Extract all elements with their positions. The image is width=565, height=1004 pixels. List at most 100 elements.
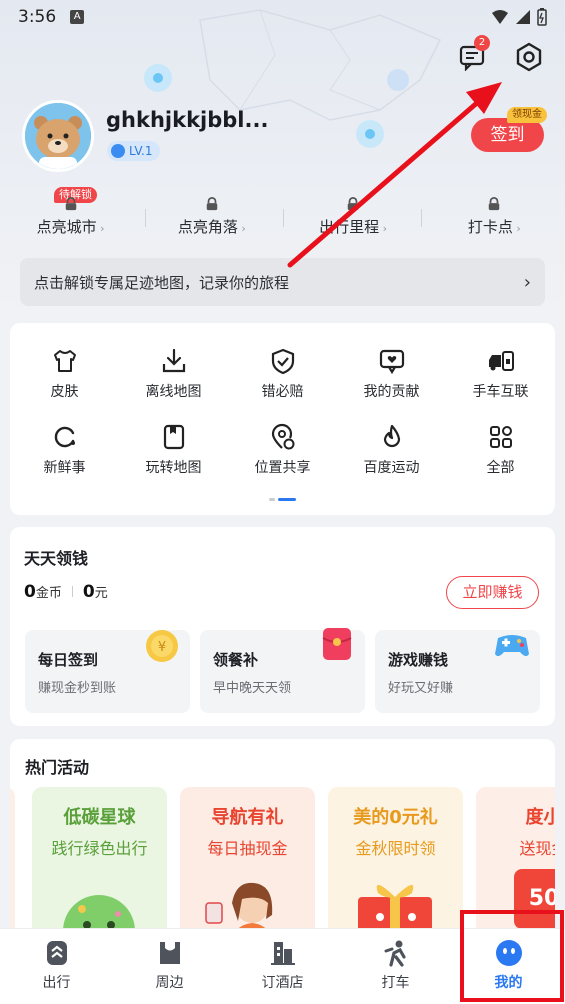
avatar[interactable]: [22, 100, 94, 172]
service-news[interactable]: 新鲜事: [10, 423, 119, 477]
promo-subtitle: 送现金: [519, 839, 555, 858]
promo-title: 导航有礼: [211, 807, 284, 828]
wifi-icon: [492, 10, 508, 24]
task-subtitle: 好玩又好赚: [388, 681, 454, 696]
service-label: 手车互联: [472, 384, 529, 400]
hotel-icon: [270, 942, 295, 965]
service-offline-map[interactable]: 离线地图: [119, 347, 228, 401]
coins-unit: 金币: [35, 586, 62, 601]
app-notification-icon: A: [70, 10, 85, 24]
services-grid: 皮肤 离线地图 错必赔 我的贡献 手车互联 新鲜事 玩转地图 位置共享 百度运动…: [10, 323, 555, 477]
task-subtitle: 早中晚天天领: [213, 681, 292, 696]
divider: [71, 586, 73, 597]
tab-label: 出行: [42, 975, 71, 991]
checkin-button[interactable]: 签到: [471, 118, 544, 152]
tab-label: 订酒店: [261, 975, 304, 991]
shield-check-icon: [271, 348, 294, 375]
download-icon: [162, 348, 185, 373]
chevron-right-icon: ›: [379, 222, 388, 235]
divider: [145, 209, 146, 227]
tab-label: 周边: [155, 975, 184, 991]
service-skin[interactable]: 皮肤: [10, 347, 119, 401]
tshirt-icon: [53, 350, 76, 372]
taxi-icon: [384, 940, 406, 967]
earn-title: 天天领钱: [24, 549, 89, 568]
svg-text:¥: ¥: [158, 640, 166, 655]
chevron-right-icon: ›: [512, 222, 521, 235]
message-badge: 2: [474, 35, 490, 51]
tab-taxi[interactable]: 打车: [339, 929, 452, 1004]
settings-hexagon-icon: [516, 42, 542, 72]
chevron-right-icon: ›: [523, 271, 531, 293]
promo-title: 低碳星球: [63, 807, 136, 828]
tab-label: 打车: [381, 975, 410, 991]
divider: [283, 209, 284, 227]
task-daily-checkin[interactable]: ¥ 每日签到 赚现金秒到账: [25, 630, 190, 713]
lock-icon: [347, 197, 359, 211]
services-card: 皮肤 离线地图 错必赔 我的贡献 手车互联 新鲜事 玩转地图 位置共享 百度运动…: [10, 323, 555, 515]
service-label: 百度运动: [363, 460, 420, 476]
stat-checkin-spots[interactable]: 打卡点 ›: [424, 197, 565, 242]
status-icons: [491, 8, 547, 26]
settings-button[interactable]: [512, 40, 546, 74]
stat-travel-mileage[interactable]: 出行里程 ›: [283, 197, 424, 242]
service-contribution[interactable]: 我的贡献: [337, 347, 446, 401]
crown-icon: [111, 144, 125, 158]
task-meal-allowance[interactable]: 领餐补 早中晚天天领: [200, 628, 365, 713]
tab-travel[interactable]: 出行: [0, 929, 113, 1004]
daily-earn-card: 天天领钱 0 金币 0 元 立即赚钱 ¥ 每日签到 赚现金秒到账 领餐补 早中晚…: [10, 527, 555, 726]
chevron-right-icon: ›: [96, 222, 105, 235]
bookmark-card-icon: [163, 424, 184, 450]
tab-hotel[interactable]: 订酒店: [226, 929, 339, 1004]
red-envelope-icon: [322, 628, 352, 660]
service-label: 皮肤: [50, 384, 79, 400]
gold-coin-icon: ¥: [146, 630, 178, 662]
promo-title: 美的0元礼: [353, 807, 438, 828]
service-label: 错必赔: [261, 384, 304, 400]
location-share-icon: [271, 423, 294, 450]
service-label: 全部: [486, 460, 515, 476]
flame-icon: [383, 424, 400, 448]
status-bar: 3:56 A: [0, 0, 565, 34]
route-icon: [46, 941, 67, 965]
task-title: 每日签到: [38, 651, 99, 669]
level-badge[interactable]: LV.1: [107, 141, 161, 161]
nearby-icon: [159, 942, 180, 964]
service-label: 玩转地图: [145, 460, 202, 476]
heart-message-icon: [379, 349, 404, 375]
cash-unit: 元: [94, 586, 108, 601]
annotation-highlight-box: [460, 910, 564, 1002]
stat-label: 出行里程: [319, 218, 380, 236]
bear-avatar-icon: [25, 103, 91, 169]
status-time: 3:56: [18, 7, 57, 27]
balance-summary: 0 金币 0 元: [24, 582, 108, 602]
promo-title: 度小: [525, 807, 556, 828]
task-subtitle: 赚现金秒到账: [38, 681, 117, 696]
username: ghkhjkkjbbl...: [106, 108, 269, 132]
service-location-share[interactable]: 位置共享: [228, 423, 337, 477]
task-title: 游戏赚钱: [388, 651, 449, 669]
page-indicator: [10, 498, 555, 501]
stat-lit-corners[interactable]: 点亮角落 ›: [141, 197, 282, 242]
service-baidu-sport[interactable]: 百度运动: [337, 423, 446, 477]
lock-icon: [489, 197, 500, 211]
coins-value: 0: [24, 582, 36, 602]
service-all[interactable]: 全部: [446, 423, 555, 477]
service-car-link[interactable]: 手车互联: [446, 347, 555, 401]
stat-label: 点亮城市: [36, 218, 97, 236]
service-label: 新鲜事: [43, 460, 86, 476]
tab-nearby[interactable]: 周边: [113, 929, 226, 1004]
task-title: 领餐补: [213, 651, 259, 669]
task-game-earn[interactable]: 游戏赚钱 好玩又好赚: [375, 630, 540, 713]
service-explore-map[interactable]: 玩转地图: [119, 423, 228, 477]
stat-lit-cities[interactable]: 点亮城市 ›: [0, 197, 141, 242]
service-compensation[interactable]: 错必赔: [228, 347, 337, 401]
footprint-stats: 点亮城市 › 点亮角落 › 出行里程 › 打卡点 ›: [0, 197, 565, 242]
chevron-right-icon: ›: [237, 222, 246, 235]
service-label: 离线地图: [145, 384, 202, 400]
earn-now-button[interactable]: 立即赚钱: [446, 576, 539, 609]
service-label: 位置共享: [254, 460, 311, 476]
reward-tag: 领现金: [507, 107, 547, 123]
service-label: 我的贡献: [363, 384, 420, 400]
unlock-map-banner[interactable]: 点击解锁专属足迹地图，记录你的旅程 ›: [20, 258, 545, 306]
